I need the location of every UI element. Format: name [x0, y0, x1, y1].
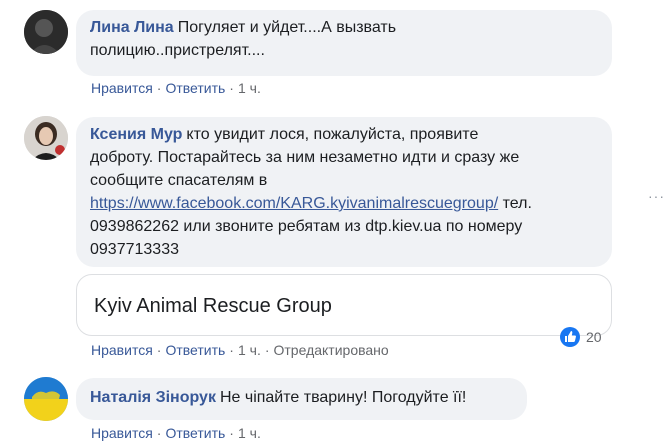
reaction-count: 20 — [586, 329, 602, 345]
comment-actions: Нравится · Ответить · 1 ч. — [91, 425, 261, 441]
like-button[interactable]: Нравится — [91, 425, 153, 441]
comment-author[interactable]: Ксения Мур — [90, 126, 182, 143]
avatar[interactable] — [24, 10, 68, 54]
comment-actions: Нравится · Ответить · 1 ч. — [91, 80, 261, 96]
timestamp[interactable]: 1 ч. — [238, 80, 261, 96]
avatar-image — [24, 116, 68, 160]
comment-text: Не чіпайте тварину! Погодуйте її! — [219, 389, 467, 406]
comment-text: 0937713333 — [90, 241, 179, 258]
avatar[interactable] — [24, 377, 68, 421]
timestamp[interactable]: 1 ч. — [238, 425, 261, 441]
like-button[interactable]: Нравится — [91, 342, 153, 358]
like-icon — [560, 327, 580, 347]
comment-bubble: Ксения Мур кто увидит лося, пожалуйста, п… — [76, 117, 612, 267]
comment-text: 0939862262 или звоните ребятам из dtp.ki… — [90, 218, 523, 235]
link-preview-title: Kyiv Animal Rescue Group — [94, 295, 332, 317]
avatar-image — [24, 377, 68, 421]
avatar-image — [24, 10, 68, 54]
avatar[interactable] — [24, 116, 68, 160]
reply-button[interactable]: Ответить — [165, 425, 225, 441]
reply-button[interactable]: Ответить — [165, 342, 225, 358]
timestamp[interactable]: 1 ч. — [238, 342, 261, 358]
comment-text: полицию..пристрелят.... — [90, 42, 265, 59]
comment-actions: Нравится · Ответить · 1 ч. · Отредактировано — [91, 342, 389, 358]
comment-text: тел. — [498, 195, 532, 212]
more-options-icon[interactable]: ··· — [648, 188, 665, 204]
link-preview-card[interactable]: Kyiv Animal Rescue Group — [76, 274, 612, 336]
comment-text: кто увидит лося, пожалуйста, проявите — [186, 126, 479, 143]
comment-link[interactable]: https://www.facebook.com/KARG.kyivanimal… — [90, 195, 498, 212]
comment-text: Погуляет и уйдет....А вызвать — [177, 19, 397, 36]
like-button[interactable]: Нравится — [91, 80, 153, 96]
reaction-summary[interactable]: 20 — [560, 326, 602, 348]
edited-label[interactable]: Отредактировано — [274, 342, 389, 358]
comment-bubble: Наталія Зінорук Не чіпайте тварину! Погод… — [76, 378, 527, 420]
reply-button[interactable]: Ответить — [165, 80, 225, 96]
comment-author[interactable]: Наталія Зінорук — [90, 389, 216, 406]
comment-text: доброту. Постарайтесь за ним незаметно и… — [90, 149, 520, 166]
comment-author[interactable]: Лина Лина — [90, 19, 174, 36]
comment-bubble: Лина Лина Погуляет и уйдет....А вызвать п… — [76, 10, 612, 76]
comment-text: сообщите спасателям в — [90, 172, 268, 189]
